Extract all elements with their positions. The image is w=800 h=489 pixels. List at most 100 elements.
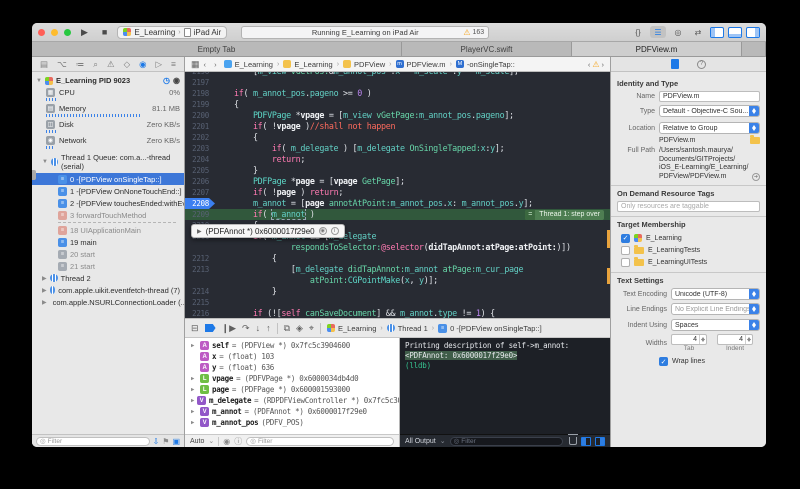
info-icon[interactable]: i	[331, 227, 339, 235]
step-out-icon[interactable]: ↑	[266, 323, 271, 333]
flag-icon[interactable]: ⚑	[162, 437, 169, 446]
code-line-wrap[interactable]: respondsToSelector:@selector(didTapAnnot…	[185, 242, 610, 253]
stack-frame-1[interactable]: ≡ 1 -[PDFView OnNoneTouchEnd::]	[32, 185, 184, 197]
target-item-e_learningtests[interactable]: E_LearningTests	[617, 244, 760, 256]
disclosure-triangle-icon[interactable]: ▶	[191, 398, 194, 404]
breadcrumb-item[interactable]: mPDFView.m	[396, 60, 446, 69]
show-running-threads-icon[interactable]: ⇩	[153, 437, 160, 446]
step-into-icon[interactable]: ↓	[256, 323, 261, 333]
disclosure-triangle-icon[interactable]: ▼	[36, 78, 42, 84]
scheme-selector[interactable]: E_Learning › iPad Air	[117, 26, 227, 39]
gauge-disk[interactable]: ◫ Disk Zero KB/s	[32, 119, 184, 135]
warning-badge[interactable]: ⚠ 163	[463, 28, 484, 37]
name-field[interactable]: PDFView.m	[659, 91, 760, 102]
tab-width-stepper[interactable]: 4	[671, 334, 707, 345]
line-endings-dropdown[interactable]: No Explicit Line Endings	[671, 303, 760, 315]
code-line-2216[interactable]: 2216 if (![self canSaveDocument] && m_an…	[185, 308, 610, 318]
related-items-icon[interactable]: ▦	[191, 59, 200, 70]
breadcrumb-item[interactable]: E_Learning	[327, 324, 376, 333]
variable-row-m_annot_pos[interactable]: ▶ V m_annot_pos (PDFV_POS)	[185, 417, 399, 428]
stack-frame-2[interactable]: ≡ 2 -[PDFView touchesEnded:withEve...	[32, 197, 184, 209]
help-inspector-icon[interactable]: ?	[697, 60, 706, 69]
process-info-icon[interactable]: ◉	[173, 76, 180, 85]
navigator-filter-input[interactable]: ◎ Filter	[36, 437, 150, 446]
code-line-2198[interactable]: 2198 if( m_annot_pos.pageno >= 0 )	[185, 88, 610, 99]
breadcrumb-item[interactable]: Thread 1	[387, 324, 428, 333]
zoom-window-button[interactable]	[64, 29, 71, 36]
quicklook-eye-icon[interactable]: ◉	[223, 437, 230, 446]
tab-overflow[interactable]	[742, 42, 766, 56]
target-checkbox[interactable]	[621, 258, 630, 267]
variable-row-page[interactable]: ▶ L page = (PDFPage *) 0x600001593000	[185, 384, 399, 395]
stack-frame-18[interactable]: ≡ 18 UIApplicationMain	[32, 224, 184, 236]
disclosure-triangle-icon[interactable]: ▶	[42, 287, 47, 294]
type-dropdown[interactable]: Default - Objective-C Sou...	[659, 105, 760, 117]
variable-row-x[interactable]: A x = (float) 103	[185, 351, 399, 362]
code-line-2201[interactable]: 2201 if( !vpage )//shall not happen	[185, 121, 610, 132]
stack-frame-20[interactable]: ≡ 20 start	[32, 248, 184, 260]
thread-item[interactable]: ▶ Thread 2	[32, 272, 184, 284]
gauge-memory[interactable]: ▤ Memory 81.1 MB	[32, 103, 184, 119]
disclosure-triangle-icon[interactable]: ▶	[191, 376, 197, 382]
breakpoints-toggle-icon[interactable]	[205, 324, 216, 332]
simulate-location-icon[interactable]: ⌖	[309, 323, 314, 334]
breakpoint-marker[interactable]: 2208	[185, 198, 215, 209]
console-scope-select[interactable]: All Output	[405, 438, 436, 445]
disclosure-triangle-icon[interactable]: ▶	[191, 343, 197, 349]
breadcrumb-item[interactable]: E_Learning	[224, 60, 273, 69]
run-button[interactable]: ▶	[77, 28, 92, 37]
console-filter-input[interactable]: ◎ Filter	[450, 437, 563, 446]
variables-scope-select[interactable]: Auto	[190, 438, 204, 445]
variable-row-vpage[interactable]: ▶ L vpage = (PDFVPage *) 0x6000034db4d0	[185, 373, 399, 384]
issues-navigator-icon[interactable]: ⚠	[107, 59, 115, 70]
view-hierarchy-icon[interactable]: ⧉	[284, 323, 290, 334]
previous-issue-button[interactable]: ‹	[588, 60, 591, 69]
disclosure-triangle-icon[interactable]: ▶	[191, 420, 197, 426]
indent-using-dropdown[interactable]: Spaces	[671, 319, 760, 331]
tab-pdfview-m[interactable]: PDFView.m	[572, 42, 742, 56]
code-line-2204[interactable]: 2204 return;	[185, 154, 610, 165]
code-line-2215[interactable]: 2215	[185, 297, 610, 308]
console[interactable]: Printing description of self->m_annot:<P…	[400, 338, 610, 447]
code-line-2214[interactable]: 2214 }	[185, 286, 610, 297]
clear-console-icon[interactable]	[569, 437, 577, 445]
variable-row-m_annot[interactable]: ▶ V m_annot = (PDFAnnot *) 0x6000017f29e…	[185, 406, 399, 417]
tab-playervc-swift[interactable]: PlayerVC.swift	[402, 42, 572, 56]
navigate-arrow-icon[interactable]: ➜	[752, 173, 760, 181]
disclosure-triangle-icon[interactable]: ▶	[191, 409, 197, 415]
step-over-icon[interactable]: ↷	[242, 323, 250, 334]
source-editor[interactable]: 2196 [m_view vGetPos:&m_annot_pos :x * m…	[185, 72, 610, 318]
code-line-2213[interactable]: 2213 [m_delegate didTapAnnot:m_annot atP…	[185, 264, 610, 275]
code-line-2202[interactable]: 2202 {	[185, 132, 610, 143]
thread-item[interactable]: ▶ com.apple.NSURLConnectionLoader (...	[32, 296, 184, 308]
show-variables-toggle[interactable]	[581, 437, 591, 446]
gauge-view-icon[interactable]: ◷	[163, 76, 170, 85]
code-line-2206[interactable]: 2206 PDFPage *page = [vpage GetPage];	[185, 176, 610, 187]
toggle-navigator-button[interactable]	[710, 27, 724, 38]
stack-frame-19[interactable]: ≡ 19 main	[32, 236, 184, 248]
code-line-2212[interactable]: 2212 {	[185, 253, 610, 264]
minimize-window-button[interactable]	[51, 29, 58, 36]
breadcrumb-item[interactable]: E_Learning	[283, 60, 332, 69]
breadcrumb-item[interactable]: M-onSingleTap::	[456, 60, 515, 69]
datatip-disclosure-icon[interactable]: ▶	[197, 228, 202, 235]
stack-frame-21[interactable]: ≡ 21 start	[32, 260, 184, 272]
code-line-2203[interactable]: 2203 if( m_delegate ) [m_delegate OnSing…	[185, 143, 610, 154]
code-line-wrap[interactable]: atPoint:CGPointMake(x, y)];	[185, 275, 610, 286]
source-control-navigator-icon[interactable]: ⌥	[57, 59, 67, 70]
wrap-lines-checkbox[interactable]: ✓	[659, 357, 668, 366]
target-item-e_learning[interactable]: ✓ E_Learning	[617, 232, 760, 244]
version-editor-button[interactable]: ⇄	[690, 26, 706, 38]
location-dropdown[interactable]: Relative to Group	[659, 122, 760, 134]
variable-row-y[interactable]: A y = (float) 636	[185, 362, 399, 373]
indent-width-stepper[interactable]: 4	[717, 334, 753, 345]
show-console-toggle[interactable]	[595, 437, 605, 446]
variable-row-self[interactable]: ▶ A self = (PDFView *) 0x7fc5c3904600	[185, 340, 399, 351]
thread-item[interactable]: ▶ com.apple.uikit.eventfetch-thread (7)	[32, 284, 184, 296]
code-line-2209[interactable]: 2209 if( m_annot )=Thread 1: step over	[185, 209, 610, 220]
gauge-cpu[interactable]: ▦ CPU 0%	[32, 87, 184, 103]
code-line-2200[interactable]: 2200 PDFVPage *vpage = [m_view vGetPage:…	[185, 110, 610, 121]
code-line-2207[interactable]: 2207 if( !page ) return;	[185, 187, 610, 198]
reports-navigator-icon[interactable]: ≡	[171, 59, 176, 69]
back-forward-buttons[interactable]: ‹ ›	[204, 60, 220, 69]
